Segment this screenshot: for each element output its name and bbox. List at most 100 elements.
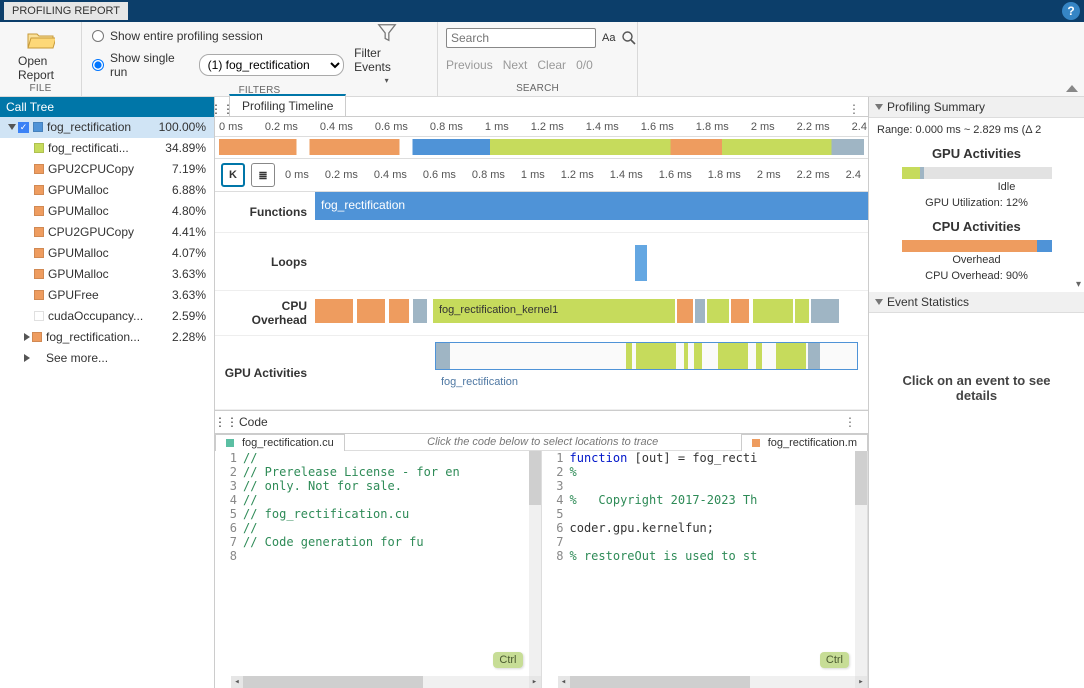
code-line[interactable]: 5 xyxy=(542,507,868,521)
call-tree-list[interactable]: ✓fog_rectification100.00%fog_rectificati… xyxy=(0,117,214,369)
cpu-kernel-bar[interactable]: fog_rectification_kernel1 xyxy=(433,299,645,323)
collapse-toolstrip-icon[interactable] xyxy=(1066,84,1078,92)
gpu-seg[interactable] xyxy=(756,343,762,369)
call-tree-row[interactable]: See more... xyxy=(0,348,214,369)
cpu-seg[interactable] xyxy=(645,299,675,323)
cpu-seg[interactable] xyxy=(795,299,809,323)
call-tree-row[interactable]: fog_rectificati...34.89% xyxy=(0,138,214,159)
tab-menu-icon[interactable]: ⋮ xyxy=(840,102,868,116)
timeline-minimap[interactable] xyxy=(215,137,868,159)
call-tree-pct: 3.63% xyxy=(154,288,210,302)
scrollbar-h[interactable]: ◂▸ xyxy=(243,676,529,688)
code-line[interactable]: 8 xyxy=(215,549,541,563)
cpu-seg[interactable] xyxy=(357,299,385,323)
code-line[interactable]: 1// xyxy=(215,451,541,465)
code-line[interactable]: 3 xyxy=(542,479,868,493)
profiling-summary-header[interactable]: Profiling Summary xyxy=(869,97,1084,118)
tab-drag-handle-icon[interactable]: ⋮⋮ xyxy=(215,102,229,116)
loop-bar[interactable] xyxy=(635,245,647,281)
filter-events-button[interactable]: Filter Events ▾ xyxy=(344,22,429,85)
call-tree-row[interactable]: fog_rectification...2.28% xyxy=(0,327,214,348)
timeline-ruler-top[interactable]: 0 ms0.2 ms0.4 ms0.6 ms0.8 ms1 ms1.2 ms1.… xyxy=(215,117,868,137)
cpu-seg[interactable] xyxy=(413,299,427,323)
checkbox-icon[interactable]: ✓ xyxy=(18,122,29,133)
gpu-seg[interactable] xyxy=(694,343,702,369)
cpu-seg[interactable] xyxy=(677,299,693,323)
call-tree-row[interactable]: cudaOccupancy...2.59% xyxy=(0,306,214,327)
code-drag-handle-icon[interactable]: ⋮⋮ xyxy=(219,415,233,429)
funnel-icon xyxy=(376,22,398,44)
timeline-ruler-tracks[interactable]: 0 ms0.2 ms0.4 ms0.6 ms0.8 ms1 ms1.2 ms1.… xyxy=(281,165,862,185)
code-line[interactable]: 6coder.gpu.kernelfun; xyxy=(542,521,868,535)
code-line[interactable]: 5// fog_rectification.cu xyxy=(215,507,541,521)
call-tree-row[interactable]: GPUMalloc3.63% xyxy=(0,264,214,285)
gpu-seg[interactable] xyxy=(808,343,820,369)
cpu-seg[interactable] xyxy=(315,299,353,323)
collapse-down-icon[interactable]: ▾ xyxy=(1076,279,1081,290)
call-tree-row[interactable]: ✓fog_rectification100.00% xyxy=(0,117,214,138)
next-button[interactable]: Next xyxy=(503,58,528,72)
code-line[interactable]: 7 xyxy=(542,535,868,549)
code-pane-m[interactable]: 1function [out] = fog_recti2%34% Copyrig… xyxy=(542,451,869,688)
code-menu-icon[interactable]: ⋮ xyxy=(836,415,864,429)
match-case-toggle[interactable]: Aa xyxy=(602,32,615,44)
scrollbar-v[interactable] xyxy=(529,451,541,676)
code-line[interactable]: 2% xyxy=(542,465,868,479)
open-report-button[interactable]: Open Report xyxy=(8,24,73,82)
code-tab-m[interactable]: fog_rectification.m xyxy=(741,434,868,451)
track-functions[interactable]: Functions fog_rectification xyxy=(215,192,868,233)
cpu-seg[interactable] xyxy=(695,299,705,323)
track-gpu-activities[interactable]: GPU Activities f xyxy=(215,336,868,410)
prev-button[interactable]: Previous xyxy=(446,58,493,72)
call-tree-row[interactable]: GPUMalloc6.88% xyxy=(0,180,214,201)
code-line[interactable]: 4// xyxy=(215,493,541,507)
show-entire-radio[interactable]: Show entire profiling session xyxy=(92,27,344,45)
call-tree-row[interactable]: GPUMalloc4.80% xyxy=(0,201,214,222)
code-line[interactable]: 7// Code generation for fu xyxy=(215,535,541,549)
expand-icon[interactable] xyxy=(24,333,30,341)
gpu-seg[interactable] xyxy=(636,343,676,369)
run-select[interactable]: (1) fog_rectification xyxy=(199,54,345,76)
event-statistics-header[interactable]: Event Statistics xyxy=(869,292,1084,313)
code-line[interactable]: 6// xyxy=(215,521,541,535)
code-pane-cu[interactable]: 1//2// Prerelease License - for en3// on… xyxy=(215,451,542,688)
code-line[interactable]: 8% restoreOut is used to st xyxy=(542,549,868,563)
cpu-seg[interactable] xyxy=(811,299,839,323)
gpu-seg[interactable] xyxy=(626,343,632,369)
gpu-seg[interactable] xyxy=(684,343,688,369)
call-tree-row[interactable]: CPU2GPUCopy4.41% xyxy=(0,222,214,243)
search-input[interactable] xyxy=(446,28,596,48)
code-line[interactable]: 1function [out] = fog_recti xyxy=(542,451,868,465)
scrollbar-v[interactable] xyxy=(855,451,867,676)
code-line[interactable]: 2// Prerelease License - for en xyxy=(215,465,541,479)
code-tab-cu[interactable]: fog_rectification.cu xyxy=(215,434,345,451)
clear-button[interactable]: Clear xyxy=(537,58,566,72)
cpu-seg[interactable] xyxy=(707,299,729,323)
tab-profiling-timeline[interactable]: Profiling Timeline xyxy=(229,94,346,116)
cpu-seg[interactable] xyxy=(731,299,749,323)
help-icon[interactable]: ? xyxy=(1062,2,1080,20)
call-tree-row[interactable]: GPUMalloc4.07% xyxy=(0,243,214,264)
gpu-lane[interactable] xyxy=(435,342,858,370)
call-tree-name: GPU2CPUCopy xyxy=(48,162,154,176)
expand-icon[interactable] xyxy=(8,124,16,130)
view-kernel-button[interactable]: K xyxy=(221,163,245,187)
code-line[interactable]: 4% Copyright 2017-2023 Th xyxy=(542,493,868,507)
show-single-radio[interactable]: Show single run (1) fog_rectification xyxy=(92,49,344,81)
scrollbar-h[interactable]: ◂▸ xyxy=(570,676,856,688)
track-cpu-overhead[interactable]: CPU Overhead fog_rectification_kernel1 xyxy=(215,291,868,336)
cpu-seg[interactable] xyxy=(753,299,793,323)
call-tree-row[interactable]: GPU2CPUCopy7.19% xyxy=(0,159,214,180)
expand-icon[interactable] xyxy=(24,354,30,362)
gpu-seg[interactable] xyxy=(436,343,450,369)
view-list-button[interactable]: ≣ xyxy=(251,163,275,187)
code-line[interactable]: 3// only. Not for sale. xyxy=(215,479,541,493)
gpu-seg[interactable] xyxy=(718,343,748,369)
call-tree-row[interactable]: GPUFree3.63% xyxy=(0,285,214,306)
ruler-tick: 0.8 ms xyxy=(430,121,463,133)
gpu-seg[interactable] xyxy=(776,343,806,369)
track-loops[interactable]: Loops xyxy=(215,233,868,291)
search-icon[interactable] xyxy=(621,30,637,46)
cpu-seg[interactable] xyxy=(389,299,409,323)
function-bar[interactable]: fog_rectification xyxy=(315,192,868,220)
